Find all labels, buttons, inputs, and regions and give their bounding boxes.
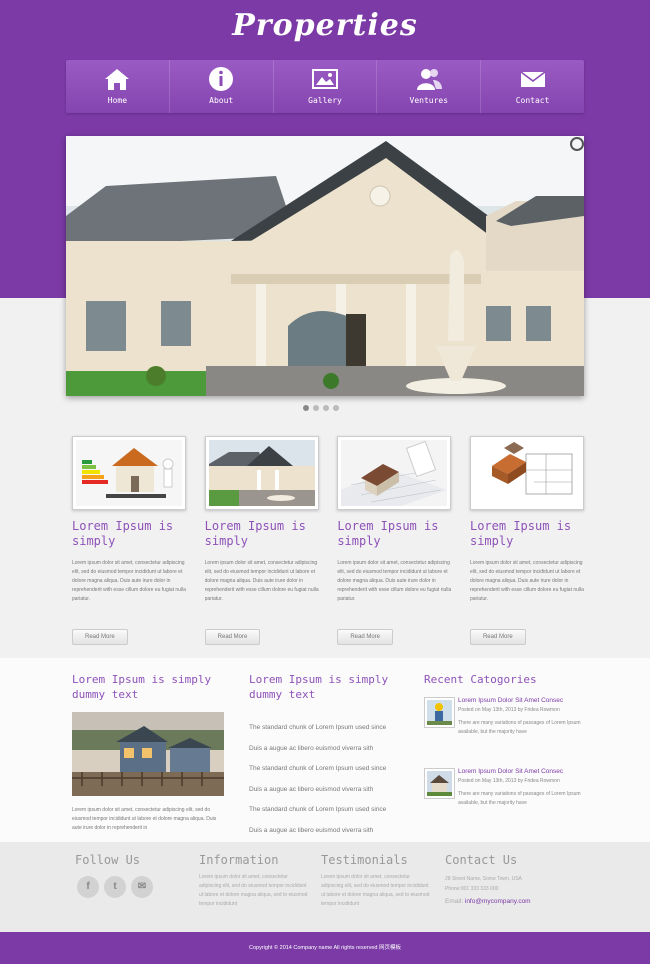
- post-meta: Posted on May 13th, 2013 by Fridea Rowmo…: [458, 778, 560, 784]
- nav-item-ventures[interactable]: Ventures: [377, 60, 482, 113]
- middle-left-photo[interactable]: [72, 712, 224, 796]
- list-item-link[interactable]: Duis a augue ac libero euismod viverra s…: [249, 780, 386, 801]
- read-more-button[interactable]: Read More: [204, 629, 261, 645]
- villa-image: [208, 440, 315, 506]
- image-icon: [311, 69, 338, 89]
- copyright-text: Copyright © 2014 Company name All rights…: [248, 945, 401, 951]
- email-label: Email:: [445, 898, 464, 905]
- feature-card: Lorem Ipsum is simply Lorem ipsum dolor …: [204, 436, 319, 645]
- middle-center-title: Lorem Ipsum is simply dummy text: [249, 673, 389, 701]
- nav-item-home[interactable]: Home: [66, 60, 170, 113]
- read-more-button[interactable]: Read More: [337, 629, 393, 645]
- footer-testimonials-text: Lorem ipsum dolor sit amet, consectetur …: [321, 874, 430, 907]
- feature-title: Lorem Ipsum is simply: [204, 519, 306, 548]
- footer-information-text: Lorem ipsum dolor sit amet, consectetur …: [199, 874, 308, 907]
- nav-item-gallery[interactable]: Gallery: [274, 60, 378, 113]
- feature-text: Lorem ipsum dolor sit amet, consectetur …: [337, 560, 452, 602]
- footer-information-title: Information: [199, 853, 279, 867]
- dusk-house-image: [72, 712, 224, 796]
- hero-house-image: [66, 136, 584, 396]
- email-link[interactable]: info@mycompany.com: [465, 898, 531, 905]
- footer-testimonials-title: Testimonials: [321, 853, 408, 867]
- footer-follow-title: Follow Us: [75, 853, 141, 867]
- nav-item-contact[interactable]: Contact: [481, 60, 584, 113]
- middle-link-list: The standard chunk of Lorem Ipsum used s…: [249, 718, 386, 841]
- post-body: Lorem Ipsum Dolor Sit Amet Consec Posted…: [458, 697, 584, 737]
- feature-thumbnail[interactable]: [469, 436, 584, 510]
- cottage-image: [427, 771, 452, 796]
- middle-left-title: Lorem Ipsum is simply dummy text: [72, 673, 212, 701]
- slider-pagination: [303, 405, 339, 411]
- feature-card: Lorem Ipsum is simply Lorem ipsum dolor …: [469, 436, 584, 645]
- users-icon: [416, 69, 442, 90]
- footer-contact-email-row: Email: info@mycompany.com: [445, 897, 585, 906]
- read-more-button[interactable]: Read More: [469, 629, 526, 645]
- main-nav: Home About Gallery Ventures Contact: [66, 60, 584, 113]
- post-title[interactable]: Lorem Ipsum Dolor Sit Amet Consec: [458, 768, 584, 775]
- floor-plan-image: [473, 440, 580, 506]
- read-more-button[interactable]: Read More: [72, 629, 128, 645]
- info-icon: [209, 67, 234, 91]
- feature-text: Lorem ipsum dolor sit amet, consectetur …: [204, 560, 319, 602]
- post-body: Lorem Ipsum Dolor Sit Amet Consec Posted…: [458, 768, 584, 808]
- slider-dot-2[interactable]: [313, 405, 319, 411]
- energy-house-image: [76, 440, 182, 506]
- feature-title: Lorem Ipsum is simply: [337, 519, 439, 548]
- home-icon: [105, 69, 130, 90]
- nav-label-contact: Contact: [515, 96, 550, 105]
- copyright-bar: Copyright © 2014 Company name All rights…: [0, 932, 650, 964]
- feature-thumbnail[interactable]: [72, 436, 186, 510]
- post-meta: Posted on May 13th, 2013 by Fridea Rowmo…: [458, 707, 560, 713]
- feature-text: Lorem ipsum dolor sit amet, consectetur …: [72, 560, 186, 602]
- nav-label-about: About: [209, 96, 234, 105]
- post-thumbnail[interactable]: [424, 697, 455, 728]
- slider-dot-1[interactable]: [303, 405, 309, 411]
- post-text: There are many variations of passages of…: [458, 791, 581, 806]
- feature-text: Lorem ipsum dolor sit amet, consectetur …: [469, 560, 584, 602]
- slider-dot-4[interactable]: [333, 405, 339, 411]
- middle-left-text: Lorem ipsum dolor sit amet, consectetur …: [72, 807, 217, 831]
- twitter-icon[interactable]: t: [104, 876, 126, 898]
- blueprint-house-image: [341, 440, 448, 506]
- feature-title: Lorem Ipsum is simply: [469, 519, 572, 548]
- worker-image: [427, 700, 452, 725]
- nav-label-ventures: Ventures: [409, 96, 449, 105]
- mail-icon: [520, 71, 546, 87]
- facebook-icon[interactable]: f: [77, 876, 99, 898]
- mail-icon[interactable]: ✉: [131, 876, 153, 898]
- nav-label-home: Home: [107, 96, 128, 105]
- post-thumbnail[interactable]: [424, 768, 455, 799]
- feature-thumbnail[interactable]: [337, 436, 452, 510]
- hero-slider[interactable]: [66, 136, 584, 396]
- list-item-link[interactable]: Duis a augue ac libero euismod viverra s…: [249, 821, 386, 842]
- post-title[interactable]: Lorem Ipsum Dolor Sit Amet Consec: [458, 697, 584, 704]
- site-logo[interactable]: Properties: [0, 8, 650, 43]
- nav-item-about[interactable]: About: [170, 60, 274, 113]
- feature-title: Lorem Ipsum is simply: [72, 519, 174, 548]
- list-item-link[interactable]: The standard chunk of Lorem Ipsum used s…: [249, 759, 386, 780]
- nav-label-gallery: Gallery: [308, 96, 342, 105]
- list-item-link[interactable]: The standard chunk of Lorem Ipsum used s…: [249, 800, 386, 821]
- list-item-link[interactable]: The standard chunk of Lorem Ipsum used s…: [249, 718, 386, 739]
- footer-contact-address: 28 Street Name, Some Town, USA: [445, 876, 522, 882]
- post-text: There are many variations of passages of…: [458, 720, 581, 735]
- feature-card: Lorem Ipsum is simply Lorem ipsum dolor …: [72, 436, 186, 645]
- feature-row: Lorem Ipsum is simply Lorem ipsum dolor …: [72, 436, 584, 645]
- slider-dot-3[interactable]: [323, 405, 329, 411]
- list-item-link[interactable]: Duis a augue ac libero euismod viverra s…: [249, 739, 386, 760]
- footer-contact-title: Contact Us: [445, 853, 518, 867]
- recent-post: Lorem Ipsum Dolor Sit Amet Consec Posted…: [424, 768, 584, 834]
- feature-thumbnail[interactable]: [204, 436, 319, 510]
- feature-card: Lorem Ipsum is simply Lorem ipsum dolor …: [337, 436, 452, 645]
- recent-post: Lorem Ipsum Dolor Sit Amet Consec Posted…: [424, 697, 584, 763]
- middle-right-title: Recent Catogories: [424, 673, 537, 686]
- footer-contact-phone: Phone:001 333 333 000: [445, 886, 499, 892]
